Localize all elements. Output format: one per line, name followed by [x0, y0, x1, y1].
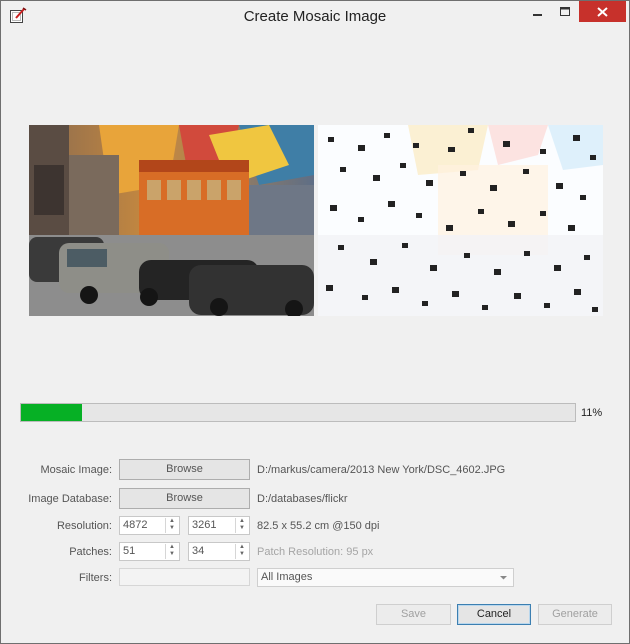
preview-area — [29, 125, 605, 316]
spin-up-icon[interactable]: ▲ — [166, 544, 178, 551]
mosaic-image-preview — [318, 125, 603, 316]
mosaic-dialog-window: Create Mosaic Image 11% Mosaic Image: Br… — [0, 0, 630, 644]
filters-dropdown[interactable]: All Images — [257, 568, 514, 587]
spin-up-icon[interactable]: ▲ — [236, 518, 248, 525]
progress-bar — [20, 403, 576, 422]
patches-cols-value: 51 — [123, 545, 136, 557]
progress-fill — [21, 404, 82, 421]
patches-rows-arrows[interactable]: ▲ ▼ — [235, 544, 248, 559]
minimize-icon — [533, 13, 542, 16]
spin-down-icon[interactable]: ▼ — [236, 551, 248, 558]
spin-down-icon[interactable]: ▼ — [236, 525, 248, 532]
resolution-label: Resolution: — [56, 520, 112, 532]
spin-up-icon[interactable]: ▲ — [166, 518, 178, 525]
resolution-info: 82.5 x 55.2 cm @150 dpi — [257, 520, 380, 532]
resolution-width-spinbox[interactable]: 4872 ▲ ▼ — [119, 516, 180, 535]
resolution-height-arrows[interactable]: ▲ ▼ — [235, 518, 248, 533]
patches-label: Patches: — [69, 546, 112, 558]
cancel-button-label: Cancel — [476, 608, 512, 620]
resolution-width-value: 4872 — [123, 519, 148, 531]
spin-down-icon[interactable]: ▼ — [166, 551, 178, 558]
save-button[interactable]: Save — [376, 604, 451, 625]
patch-resolution-info: Patch Resolution: 95 px — [257, 546, 374, 558]
filters-input[interactable] — [119, 568, 250, 586]
generate-button-label: Generate — [552, 608, 598, 620]
resolution-height-value: 3261 — [192, 519, 217, 531]
image-database-path: D:/databases/flickr — [257, 493, 348, 505]
progress-percent: 11% — [581, 407, 603, 419]
cancel-button[interactable]: Cancel — [457, 604, 531, 625]
save-button-label: Save — [400, 608, 427, 620]
spin-up-icon[interactable]: ▲ — [236, 544, 248, 551]
minimize-button[interactable] — [524, 1, 552, 22]
filters-selected-value: All Images — [261, 571, 313, 583]
patches-cols-arrows[interactable]: ▲ ▼ — [165, 544, 178, 559]
image-database-browse-button[interactable]: Browse — [119, 488, 250, 509]
dialog-client-area: 11% Mosaic Image: Browse D:/markus/camer… — [9, 32, 621, 638]
resolution-height-spinbox[interactable]: 3261 ▲ ▼ — [188, 516, 250, 535]
title-bar: Create Mosaic Image — [1, 1, 629, 31]
close-icon — [597, 6, 608, 17]
mosaic-image-label: Mosaic Image: — [40, 464, 112, 476]
patches-rows-value: 34 — [192, 545, 205, 557]
source-image-preview — [29, 125, 314, 316]
mosaic-image-browse-button[interactable]: Browse — [119, 459, 250, 480]
generate-button[interactable]: Generate — [538, 604, 612, 625]
patches-rows-spinbox[interactable]: 34 ▲ ▼ — [188, 542, 250, 561]
chevron-down-icon — [500, 576, 507, 580]
mosaic-image-path: D:/markus/camera/2013 New York/DSC_4602.… — [257, 464, 506, 476]
spin-down-icon[interactable]: ▼ — [166, 525, 178, 532]
close-button[interactable] — [579, 1, 626, 22]
maximize-button[interactable] — [552, 1, 579, 22]
filters-label: Filters: — [79, 572, 112, 584]
maximize-icon — [560, 6, 570, 16]
resolution-width-arrows[interactable]: ▲ ▼ — [165, 518, 178, 533]
patches-cols-spinbox[interactable]: 51 ▲ ▼ — [119, 542, 180, 561]
image-database-label: Image Database: — [28, 493, 112, 505]
